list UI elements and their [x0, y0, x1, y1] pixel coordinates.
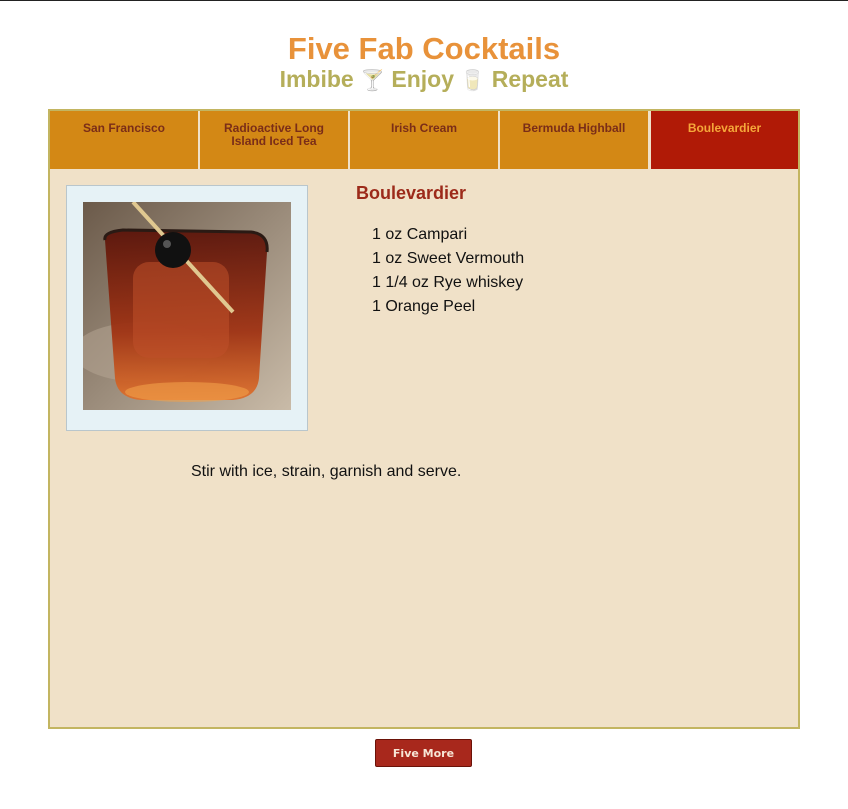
- cocktail-tabs: San Francisco Radioactive Long Island Ic…: [50, 111, 798, 169]
- cocktail-photo-frame: [66, 185, 308, 431]
- tab-irish-cream[interactable]: Irish Cream: [350, 111, 500, 169]
- page-subtitle: Imbibe 🍸 Enjoy 🥛 Repeat: [0, 65, 848, 95]
- cocktail-photo: [83, 202, 291, 410]
- recipe-method: Stir with ice, strain, garnish and serve…: [191, 463, 462, 480]
- ingredient-item: 1 oz Sweet Vermouth: [372, 250, 525, 267]
- subtitle-word-repeat: Repeat: [491, 66, 569, 92]
- cocktail-panel: San Francisco Radioactive Long Island Ic…: [48, 109, 800, 729]
- tumbler-glass-icon: 🥛: [460, 70, 486, 92]
- ingredient-list: 1 oz Campari 1 oz Sweet Vermouth 1 1/4 o…: [372, 223, 524, 319]
- subtitle-word-enjoy: Enjoy: [391, 66, 455, 92]
- cocktail-glass-image: [83, 202, 291, 410]
- recipe-title: Boulevardier: [356, 183, 467, 203]
- ingredient-item: 1 1/4 oz Rye whiskey: [372, 274, 524, 291]
- ingredient-item: 1 Orange Peel: [372, 298, 476, 315]
- tab-san-francisco[interactable]: San Francisco: [50, 111, 200, 169]
- ingredient-item: 1 oz Campari: [372, 226, 468, 243]
- tab-radioactive-long-island-iced-tea[interactable]: Radioactive Long Island Iced Tea: [200, 111, 350, 169]
- five-more-button[interactable]: Five More: [375, 739, 472, 767]
- tab-bermuda-highball[interactable]: Bermuda Highball: [500, 111, 650, 169]
- page-title: Five Fab Cocktails: [287, 31, 561, 66]
- martini-glass-icon: 🍸: [360, 70, 385, 92]
- tab-boulevardier[interactable]: Boulevardier: [650, 111, 798, 169]
- subtitle-word-imbibe: Imbibe: [279, 66, 354, 92]
